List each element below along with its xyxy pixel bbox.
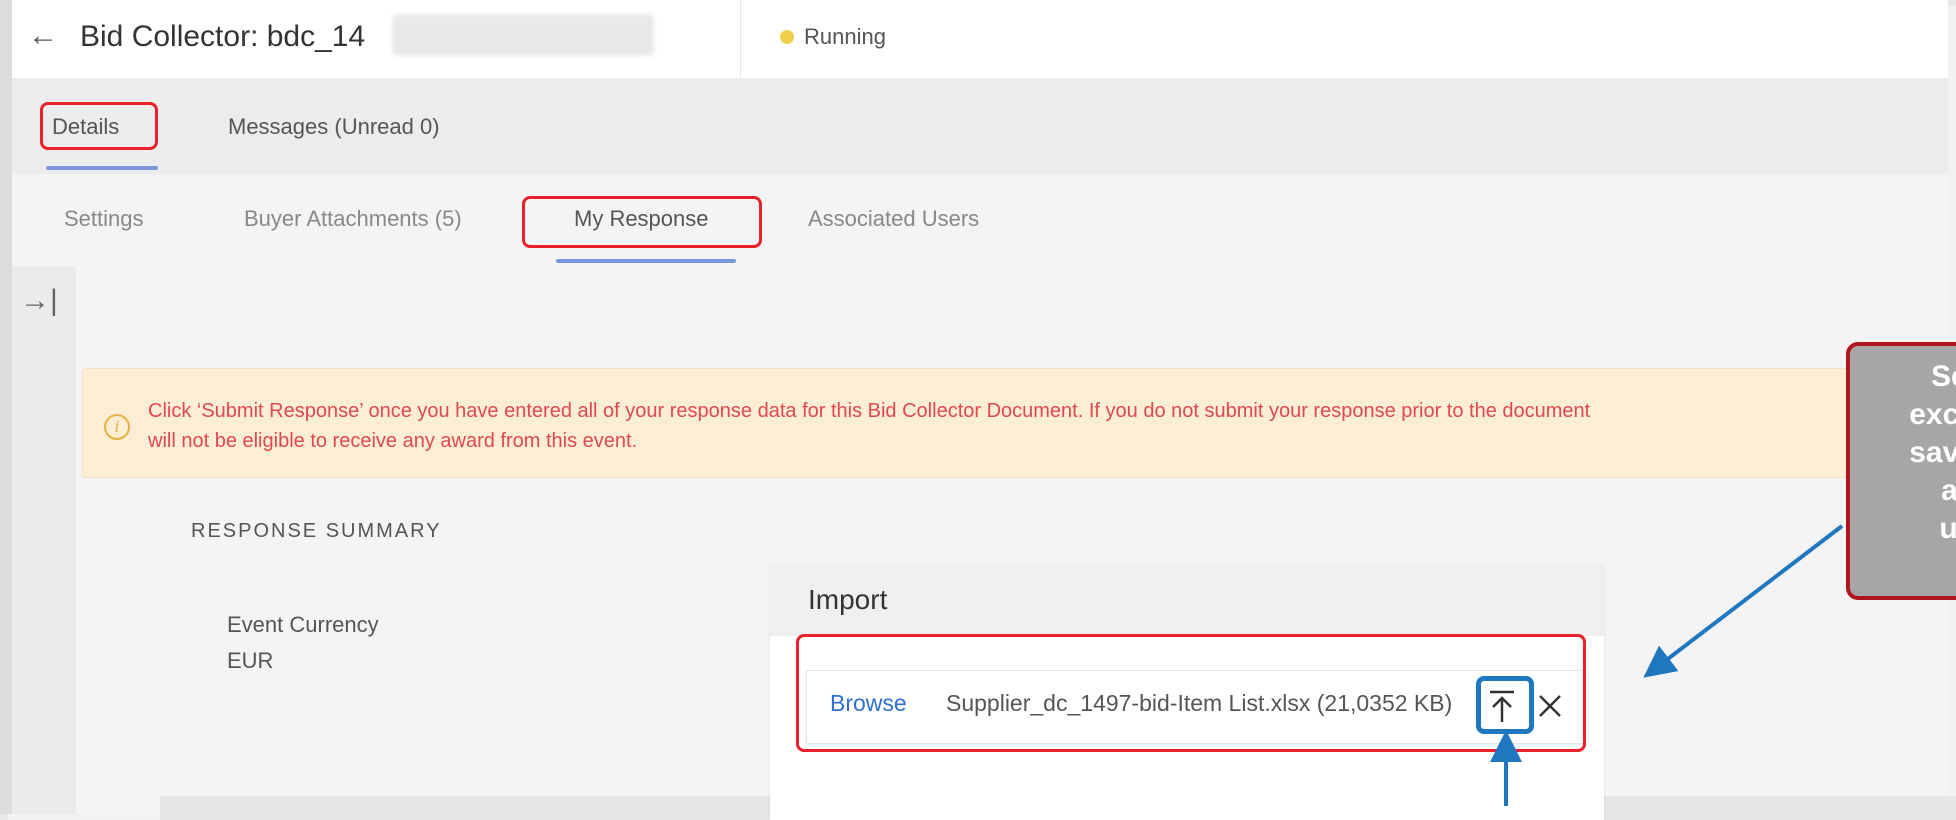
side-panel bbox=[12, 266, 77, 814]
callout-line-2: exce bbox=[1909, 398, 1956, 431]
tab-messages[interactable]: Messages (Unread 0) bbox=[228, 114, 440, 140]
event-currency-label: Event Currency bbox=[227, 612, 379, 637]
event-currency-value: EUR bbox=[227, 648, 274, 673]
expand-panel-icon[interactable]: →| bbox=[20, 284, 58, 318]
import-dialog-title: Import bbox=[808, 584, 888, 615]
header-divider bbox=[740, 0, 741, 78]
callout-line-3: save bbox=[1909, 436, 1956, 469]
callout-line-4: an bbox=[1940, 474, 1956, 507]
tab-my-response-underline bbox=[556, 259, 736, 263]
tab-details-underline bbox=[46, 166, 158, 170]
redacted-title-part bbox=[392, 14, 654, 56]
page-title: Bid Collector: bdc_14 bbox=[80, 20, 366, 53]
callout-line-5: up bbox=[1939, 512, 1956, 545]
highlight-details-tab bbox=[40, 102, 158, 150]
import-dialog-header bbox=[770, 566, 1604, 636]
alert-line-2: will not be eligible to receive any awar… bbox=[148, 430, 638, 452]
info-icon: i bbox=[104, 414, 130, 440]
status-dot-icon bbox=[780, 30, 794, 44]
callout-line-1: Sel bbox=[1930, 360, 1956, 393]
status-badge: Running bbox=[804, 24, 886, 49]
alert-line-1: Click ‘Submit Response’ once you have en… bbox=[148, 400, 1591, 422]
highlight-my-response-tab bbox=[522, 196, 762, 248]
tab-associated-users[interactable]: Associated Users bbox=[808, 206, 979, 232]
left-strip bbox=[0, 0, 12, 814]
tab-buyer-attachments[interactable]: Buyer Attachments (5) bbox=[244, 206, 462, 232]
instruction-callout-text: Sel exce save an up bbox=[1866, 358, 1956, 548]
tab-settings[interactable]: Settings bbox=[64, 206, 144, 232]
alert-message: Click ‘Submit Response’ once you have en… bbox=[148, 396, 1848, 456]
highlight-import-row bbox=[796, 634, 1586, 752]
highlight-upload-button bbox=[1476, 676, 1534, 734]
back-arrow-icon[interactable]: ← bbox=[28, 18, 58, 54]
response-summary-heading: RESPONSE SUMMARY bbox=[191, 520, 442, 542]
